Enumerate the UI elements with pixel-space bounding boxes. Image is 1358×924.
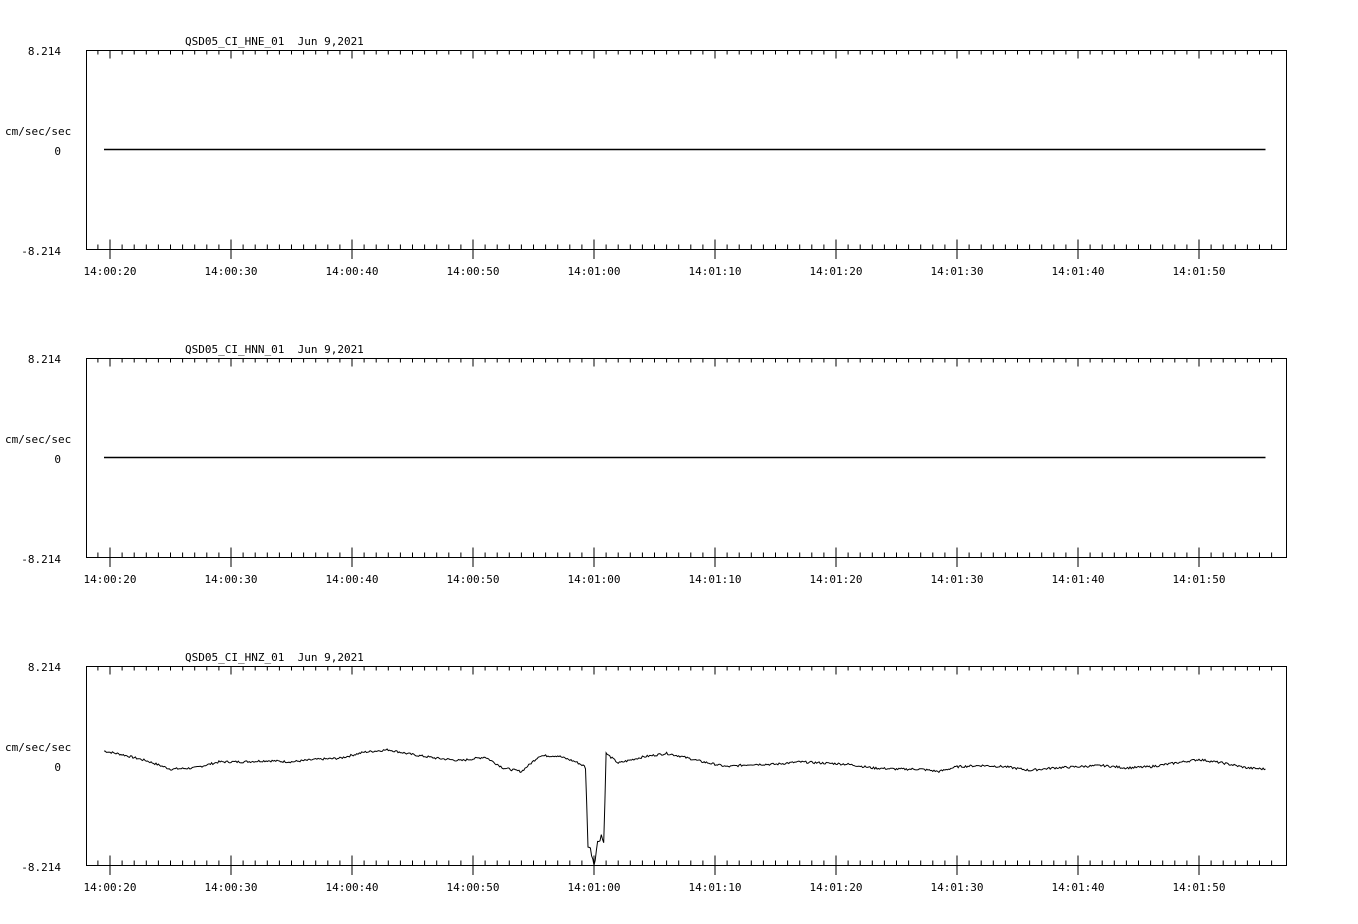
x-tick-label: 14:01:10 (689, 573, 742, 586)
x-tick-label: 14:01:20 (810, 573, 863, 586)
waveform-trace (103, 748, 1266, 866)
x-tick-label: 14:00:20 (84, 573, 137, 586)
x-tick-label: 14:00:20 (84, 881, 137, 894)
x-tick-labels: 14:00:20 14:00:30 14:00:40 14:00:50 14:0… (84, 881, 1226, 894)
y-tick-label-min: -8.214 (21, 553, 61, 566)
x-tick-label: 14:00:20 (84, 265, 137, 278)
x-tick-label: 14:00:50 (447, 573, 500, 586)
chart-title: QSD05_CI_HNN_01 Jun 9,2021 (185, 343, 364, 356)
x-tick-label: 14:01:40 (1052, 265, 1105, 278)
x-tick-label: 14:01:50 (1173, 881, 1226, 894)
x-tick-labels: 14:00:20 14:00:30 14:00:40 14:00:50 14:0… (84, 265, 1226, 278)
x-tick-label: 14:01:20 (810, 265, 863, 278)
x-tick-label: 14:00:30 (205, 881, 258, 894)
x-tick-label: 14:01:00 (568, 265, 621, 278)
x-tick-label: 14:01:40 (1052, 881, 1105, 894)
x-tick-label: 14:00:50 (447, 881, 500, 894)
y-axis-label: cm/sec/sec (5, 433, 71, 446)
x-tick-label: 14:01:10 (689, 881, 742, 894)
x-tick-label: 14:00:40 (326, 573, 379, 586)
x-tick-label: 14:01:40 (1052, 573, 1105, 586)
x-tick-label: 14:01:30 (931, 573, 984, 586)
chart-title: QSD05_CI_HNE_01 Jun 9,2021 (185, 35, 364, 48)
y-tick-label-max: 8.214 (28, 45, 61, 58)
x-tick-label: 14:01:00 (568, 881, 621, 894)
x-axis (97, 50, 1273, 259)
x-tick-label: 14:01:50 (1173, 573, 1226, 586)
x-tick-label: 14:01:30 (931, 881, 984, 894)
y-tick-label-max: 8.214 (28, 661, 61, 674)
x-tick-labels: 14:00:20 14:00:30 14:00:40 14:00:50 14:0… (84, 573, 1226, 586)
y-tick-label-zero: 0 (54, 145, 61, 158)
x-axis (97, 358, 1273, 567)
y-axis-label: cm/sec/sec (5, 125, 71, 138)
y-tick-label-zero: 0 (54, 761, 61, 774)
y-tick-label-min: -8.214 (21, 861, 61, 874)
chart-panel-hne: QSD05_CI_HNE_01 Jun 9,2021 cm/sec/sec 8.… (5, 35, 1287, 278)
x-tick-label: 14:01:00 (568, 573, 621, 586)
x-tick-label: 14:00:40 (326, 265, 379, 278)
chart-title: QSD05_CI_HNZ_01 Jun 9,2021 (185, 651, 364, 664)
x-tick-label: 14:00:30 (205, 265, 258, 278)
seismogram-figure: QSD05_CI_HNE_01 Jun 9,2021 cm/sec/sec 8.… (5, 35, 1287, 894)
x-tick-label: 14:01:50 (1173, 265, 1226, 278)
y-axis-label: cm/sec/sec (5, 741, 71, 754)
x-tick-label: 14:00:50 (447, 265, 500, 278)
x-tick-label: 14:01:30 (931, 265, 984, 278)
y-tick-label-min: -8.214 (21, 245, 61, 258)
x-tick-label: 14:01:20 (810, 881, 863, 894)
x-tick-label: 14:01:10 (689, 265, 742, 278)
x-axis (97, 666, 1273, 875)
x-tick-label: 14:00:40 (326, 881, 379, 894)
chart-panel-hnn: QSD05_CI_HNN_01 Jun 9,2021 cm/sec/sec 8.… (5, 343, 1287, 586)
chart-panel-hnz: QSD05_CI_HNZ_01 Jun 9,2021 cm/sec/sec 8.… (5, 651, 1287, 894)
y-tick-label-max: 8.214 (28, 353, 61, 366)
y-tick-label-zero: 0 (54, 453, 61, 466)
x-tick-label: 14:00:30 (205, 573, 258, 586)
